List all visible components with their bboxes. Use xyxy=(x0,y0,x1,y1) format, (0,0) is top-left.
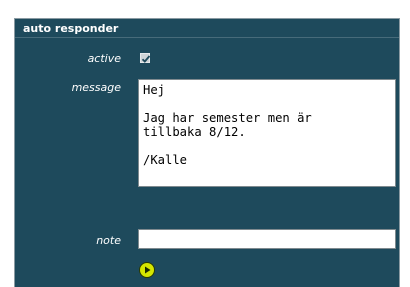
message-textarea[interactable]: Hej Jag har semester men är tillbaka 8/1… xyxy=(138,79,396,187)
panel-title: auto responder xyxy=(23,22,119,35)
play-arrow-icon xyxy=(145,266,151,274)
active-label: active xyxy=(87,52,121,65)
auto-responder-panel: auto responder active message Hej Jag ha… xyxy=(14,18,400,287)
note-label: note xyxy=(96,234,121,247)
check-icon xyxy=(141,55,151,63)
active-checkbox[interactable] xyxy=(140,53,151,63)
submit-button[interactable] xyxy=(139,262,155,278)
note-input[interactable] xyxy=(138,229,396,249)
title-divider xyxy=(15,37,399,38)
message-label: message xyxy=(71,81,121,94)
